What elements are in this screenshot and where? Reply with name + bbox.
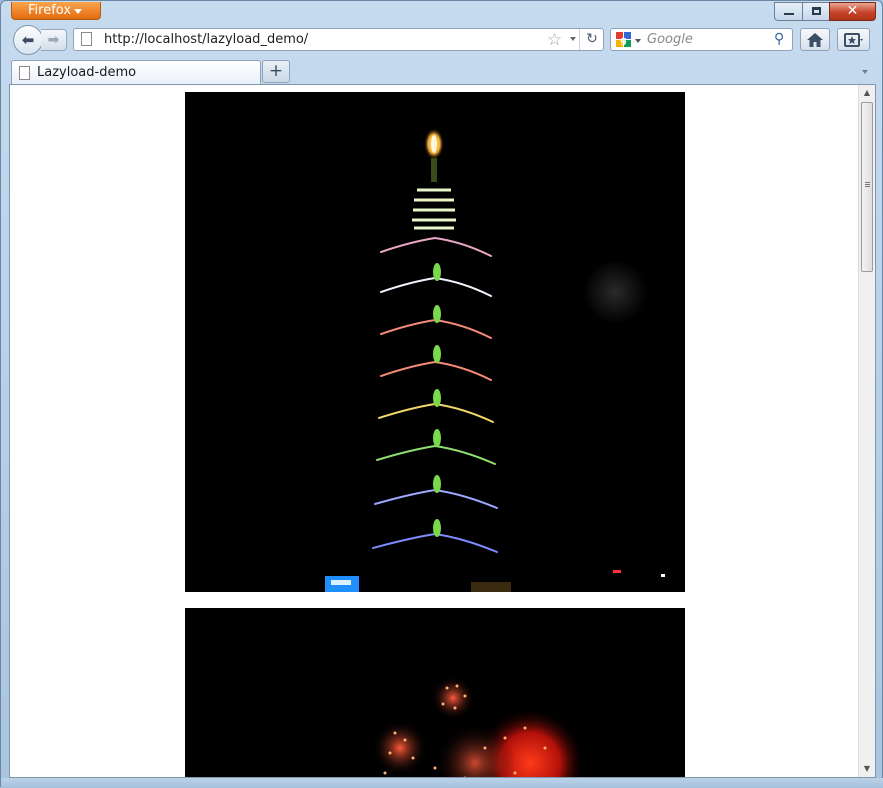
scroll-up-arrow-icon[interactable]: ▲	[859, 85, 875, 101]
search-engine-dropdown-icon[interactable]	[635, 39, 641, 43]
home-icon	[807, 33, 823, 47]
browser-window: Firefox ✕ ⬅ ➡ http://localhost/lazyload_…	[0, 0, 883, 788]
photo-fireworks	[185, 608, 685, 777]
scroll-down-arrow-icon[interactable]: ▼	[859, 761, 875, 777]
fireworks-image	[185, 608, 685, 777]
google-icon[interactable]: g	[616, 32, 631, 47]
maximize-icon	[812, 7, 821, 15]
firefox-menu-label: Firefox	[28, 3, 72, 18]
list-all-tabs-icon[interactable]	[862, 70, 868, 74]
search-box[interactable]: g Google ⚲	[610, 28, 793, 51]
back-button[interactable]: ⬅	[13, 25, 43, 55]
bookmarks-icon	[843, 33, 863, 47]
magnifier-icon[interactable]: ⚲	[774, 31, 784, 47]
url-history-dropdown-icon[interactable]	[570, 37, 576, 41]
new-tab-button[interactable]: +	[262, 60, 290, 83]
minimize-button[interactable]	[774, 2, 803, 21]
forward-arrow-icon: ➡	[47, 32, 60, 48]
home-button[interactable]	[800, 28, 830, 51]
minimize-icon	[784, 13, 794, 15]
grip-icon	[865, 182, 870, 183]
url-bar[interactable]: http://localhost/lazyload_demo/ ☆ ↻	[73, 28, 604, 51]
back-arrow-icon: ⬅	[21, 31, 35, 49]
firefox-menu-button[interactable]: Firefox	[11, 2, 101, 20]
photo-taipei-101	[185, 92, 685, 592]
bookmarks-button[interactable]	[837, 28, 870, 51]
tab-strip: Lazyload-demo +	[9, 59, 876, 84]
search-placeholder: Google	[647, 32, 693, 47]
bookmark-star-icon[interactable]: ☆	[547, 30, 562, 50]
forward-button[interactable]: ➡	[41, 29, 67, 51]
maximize-button[interactable]	[802, 2, 830, 21]
plus-icon: +	[268, 61, 284, 81]
close-icon: ✕	[846, 3, 859, 19]
tab-title: Lazyload-demo	[37, 65, 137, 80]
url-text[interactable]: http://localhost/lazyload_demo/	[104, 32, 308, 47]
vertical-scrollbar[interactable]: ▲ ▼	[858, 85, 875, 777]
navigation-toolbar: ⬅ ➡ http://localhost/lazyload_demo/ ☆ ↻ …	[9, 23, 876, 57]
svg-text:g: g	[620, 36, 626, 46]
tab-lazyload-demo[interactable]: Lazyload-demo	[11, 60, 261, 84]
page-icon	[19, 66, 30, 80]
page-content: ▲ ▼	[9, 84, 876, 778]
close-window-button[interactable]: ✕	[829, 2, 876, 21]
scrollbar-thumb[interactable]	[861, 102, 873, 272]
taipei-101-night-image	[185, 92, 685, 592]
reload-icon[interactable]: ↻	[579, 29, 604, 50]
chevron-down-icon	[74, 9, 82, 14]
page-icon	[81, 32, 92, 46]
